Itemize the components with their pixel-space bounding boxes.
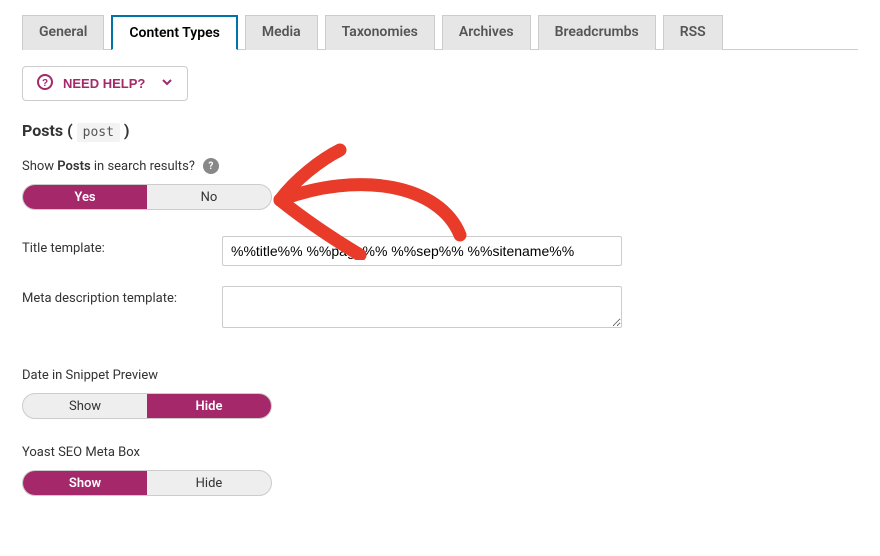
date-snippet-toggle: Show Hide (22, 393, 272, 419)
date-snippet-label: Date in Snippet Preview (22, 368, 858, 383)
show-in-search-toggle: Yes No (22, 184, 272, 210)
show-in-search-no[interactable]: No (147, 185, 271, 209)
title-template-label: Title template: (22, 236, 222, 256)
chevron-down-icon (161, 76, 173, 91)
meta-box-group: Yoast SEO Meta Box Show Hide (22, 445, 858, 496)
tab-label: Taxonomies (342, 24, 418, 40)
svg-text:?: ? (42, 78, 48, 89)
meta-description-label: Meta description template: (22, 286, 222, 306)
tab-general[interactable]: General (22, 15, 104, 50)
need-help-button[interactable]: ? NEED HELP? (22, 66, 188, 101)
show-in-search-label: Show Posts in search results? ? (22, 158, 858, 174)
date-snippet-group: Date in Snippet Preview Show Hide (22, 368, 858, 419)
help-circle-icon: ? (37, 74, 53, 93)
post-type-code: post (77, 123, 120, 142)
need-help-label: NEED HELP? (63, 76, 145, 91)
meta-description-textarea[interactable] (222, 286, 622, 328)
tab-label: Breadcrumbs (555, 24, 639, 40)
tabs-nav: General Content Types Media Taxonomies A… (22, 14, 858, 50)
meta-box-toggle: Show Hide (22, 470, 272, 496)
tab-label: Media (262, 24, 301, 40)
tab-media[interactable]: Media (245, 15, 318, 50)
tab-label: Archives (459, 24, 514, 40)
show-in-search-yes[interactable]: Yes (23, 185, 147, 209)
meta-box-label: Yoast SEO Meta Box (22, 445, 858, 460)
date-snippet-hide[interactable]: Hide (147, 394, 271, 418)
tab-label: Content Types (129, 25, 219, 41)
tab-content-types[interactable]: Content Types (111, 15, 237, 50)
tab-breadcrumbs[interactable]: Breadcrumbs (538, 15, 656, 50)
tab-archives[interactable]: Archives (442, 15, 531, 50)
meta-description-row: Meta description template: (22, 286, 858, 332)
meta-box-show[interactable]: Show (23, 471, 147, 495)
tab-rss[interactable]: RSS (663, 15, 723, 50)
section-heading-posts: Posts ( post ) (22, 121, 858, 140)
tab-taxonomies[interactable]: Taxonomies (325, 15, 435, 50)
title-template-row: Title template: (22, 236, 858, 266)
tab-label: General (39, 24, 87, 40)
tab-label: RSS (680, 24, 706, 40)
title-template-input[interactable] (222, 236, 622, 266)
help-icon[interactable]: ? (203, 158, 219, 174)
meta-box-hide[interactable]: Hide (147, 471, 271, 495)
date-snippet-show[interactable]: Show (23, 394, 147, 418)
show-in-search-group: Show Posts in search results? ? Yes No (22, 158, 858, 210)
